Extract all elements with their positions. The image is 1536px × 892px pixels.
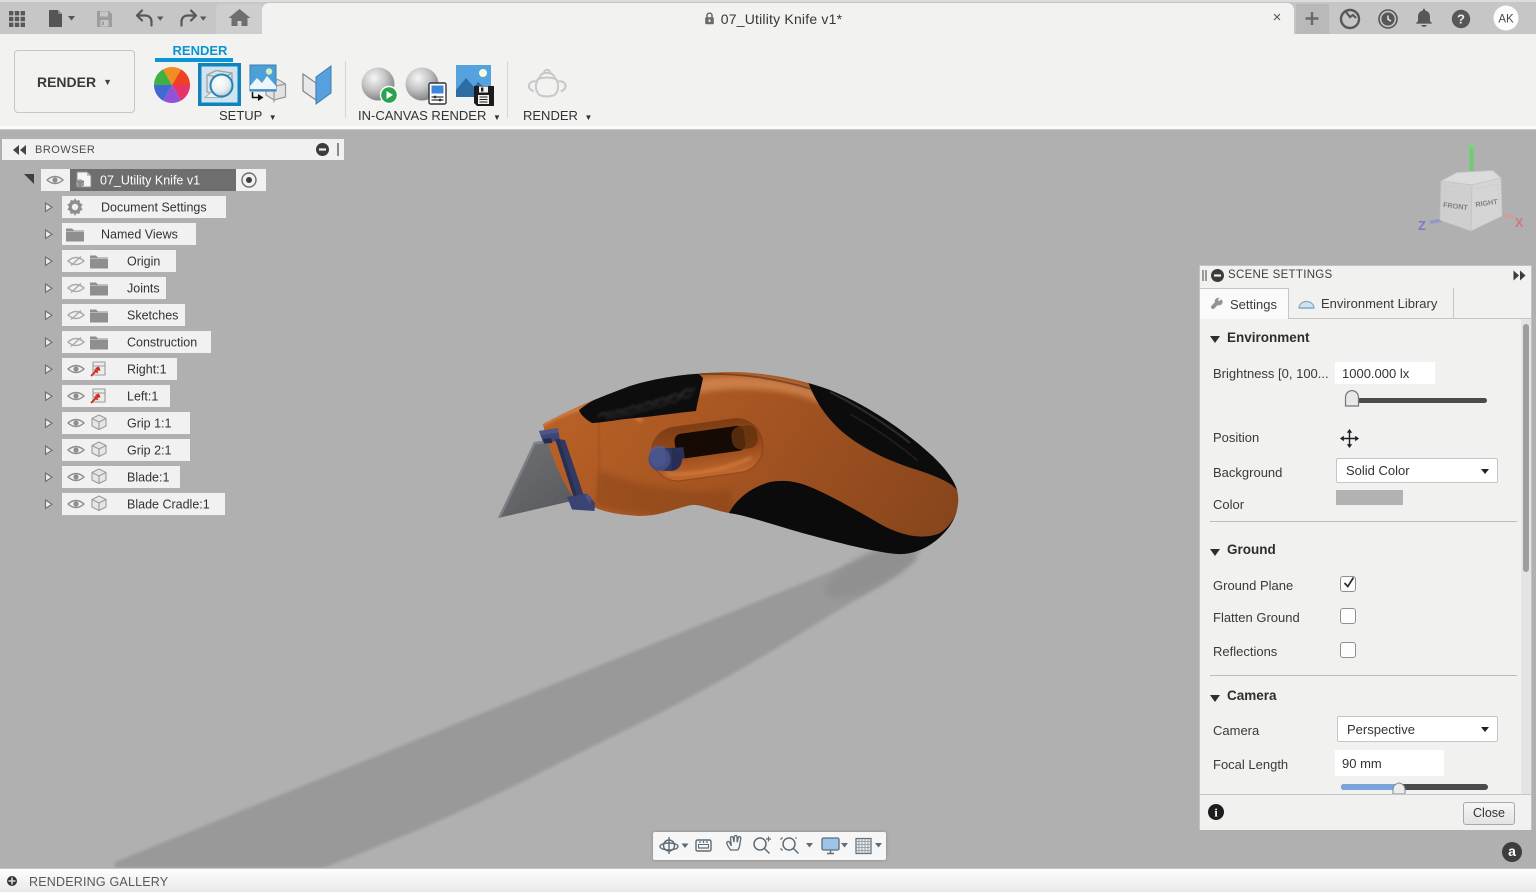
svg-text:Origin: Origin [127,255,160,269]
svg-text:Sketches: Sketches [127,309,178,323]
svg-text:Named Views: Named Views [101,228,178,242]
svg-text:Grip 2:1: Grip 2:1 [127,444,172,458]
svg-text:Blade:1: Blade:1 [127,471,169,485]
svg-text:Right:1: Right:1 [127,363,167,377]
svg-text:?: ? [1457,12,1465,27]
svg-text:Grip 1:1: Grip 1:1 [127,417,172,431]
svg-text:07_Utility Knife v1: 07_Utility Knife v1 [100,174,200,188]
svg-text:Joints: Joints [127,282,160,296]
svg-text:Blade Cradle:1: Blade Cradle:1 [127,498,210,512]
svg-text:Construction: Construction [127,336,197,350]
svg-text:AK: AK [1498,13,1514,25]
svg-text:Left:1: Left:1 [127,390,158,404]
svg-text:Document Settings: Document Settings [101,201,207,215]
